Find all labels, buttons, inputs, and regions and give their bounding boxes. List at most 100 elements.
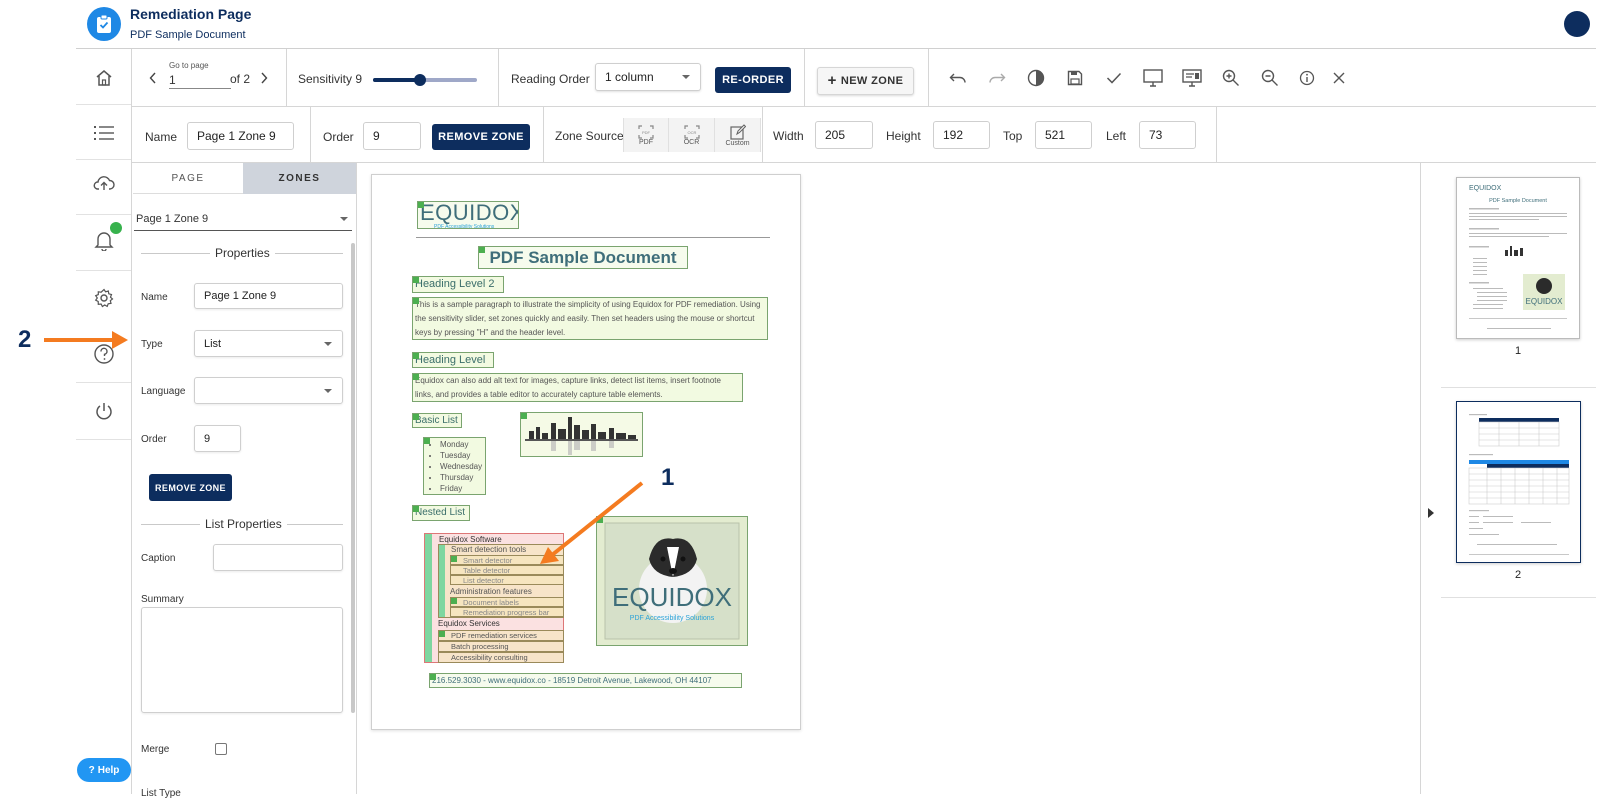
chevron-right-icon[interactable] bbox=[253, 67, 275, 89]
presentation-icon[interactable] bbox=[1181, 67, 1203, 89]
cloud-upload-icon[interactable] bbox=[76, 171, 132, 195]
heading3-zone[interactable]: Heading Level 3 bbox=[412, 352, 494, 368]
page-thumbnail[interactable] bbox=[1456, 401, 1581, 563]
zoom-in-icon[interactable] bbox=[1220, 67, 1242, 89]
avatar[interactable] bbox=[1564, 11, 1590, 37]
save-icon[interactable] bbox=[1064, 67, 1086, 89]
source-ocr-button[interactable]: OCR OCR bbox=[669, 118, 715, 152]
list-item: Tuesday bbox=[440, 450, 485, 461]
zone-name-field[interactable]: Page 1 Zone 9 bbox=[187, 122, 294, 150]
paragraph2-zone[interactable]: Equidox can also add alt text for images… bbox=[412, 373, 743, 402]
panel-remove-zone-button[interactable]: REMOVE ZONE bbox=[149, 474, 232, 501]
footer-zone[interactable]: 216.529.3030 - www.equidox.co - 18519 De… bbox=[429, 673, 742, 688]
list-properties-title: List Properties bbox=[200, 517, 287, 531]
reading-order-select[interactable]: 1 column bbox=[595, 63, 701, 91]
close-icon[interactable] bbox=[1328, 67, 1350, 89]
heading-level-2: Heading Level 2 bbox=[415, 278, 495, 290]
properties-order-label: Order bbox=[141, 434, 167, 445]
help-circle-icon[interactable] bbox=[76, 342, 132, 366]
list-item: Monday bbox=[440, 439, 485, 450]
power-icon[interactable] bbox=[76, 399, 132, 423]
dog-logo-subtitle: PDF Accessibility Solutions bbox=[630, 615, 715, 622]
undo-icon[interactable] bbox=[947, 67, 969, 89]
remove-zone-button[interactable]: REMOVE ZONE bbox=[432, 124, 530, 150]
sensitivity-slider[interactable] bbox=[373, 74, 477, 86]
properties-name-field[interactable]: Page 1 Zone 9 bbox=[194, 283, 343, 309]
zone-order-field[interactable]: 9 bbox=[363, 122, 421, 150]
bell-icon[interactable] bbox=[76, 227, 132, 253]
help-button[interactable]: ? Help bbox=[77, 758, 131, 782]
list-icon[interactable] bbox=[76, 121, 132, 145]
caption-field[interactable] bbox=[213, 544, 343, 571]
nested-list-heading-zone[interactable]: Nested List bbox=[412, 505, 470, 521]
zone-select[interactable]: Page 1 Zone 9 bbox=[134, 207, 352, 231]
logo-zone[interactable]: EQUIDOX PDF Accessibility Solutions bbox=[417, 201, 519, 229]
skyline-image-zone[interactable] bbox=[520, 412, 643, 457]
width-label: Width bbox=[773, 129, 804, 143]
app-title: Remediation Page bbox=[130, 6, 252, 22]
list-item-zone[interactable]: Batch processing bbox=[438, 641, 564, 652]
redo-icon[interactable] bbox=[986, 67, 1008, 89]
contrast-icon[interactable] bbox=[1025, 67, 1047, 89]
list-item: Administration features bbox=[450, 587, 532, 596]
merge-checkbox[interactable] bbox=[215, 743, 227, 755]
chevron-left-icon[interactable] bbox=[142, 67, 164, 89]
list-item-zone[interactable]: Smart detector bbox=[450, 555, 564, 565]
left-field[interactable]: 73 bbox=[1139, 121, 1196, 149]
tab-page[interactable]: PAGE bbox=[133, 163, 243, 194]
type-select[interactable]: List bbox=[194, 330, 343, 357]
source-pdf-button[interactable]: PDF PDF bbox=[623, 118, 669, 152]
source-custom-button[interactable]: Custom bbox=[715, 118, 761, 152]
list-item: PDF remediation services bbox=[451, 631, 537, 640]
list-item-zone[interactable]: Table detector bbox=[450, 565, 564, 575]
home-icon[interactable] bbox=[76, 66, 132, 90]
list-item-zone[interactable]: Accessibility consulting bbox=[438, 652, 564, 663]
gear-icon[interactable] bbox=[76, 286, 132, 310]
list-item: Friday bbox=[440, 483, 485, 494]
info-icon[interactable] bbox=[1296, 67, 1318, 89]
expand-right-icon[interactable] bbox=[1428, 505, 1436, 518]
zone-name-label: Name bbox=[145, 130, 178, 144]
list-item-zone[interactable]: PDF remediation services bbox=[438, 630, 564, 641]
page-number-input[interactable]: 1 bbox=[169, 73, 231, 89]
language-select[interactable] bbox=[194, 377, 343, 404]
top-field[interactable]: 521 bbox=[1035, 121, 1092, 149]
check-icon[interactable] bbox=[1103, 67, 1125, 89]
tab-zones[interactable]: ZONES bbox=[243, 163, 356, 194]
monitor-icon[interactable] bbox=[1142, 67, 1164, 89]
width-field[interactable]: 205 bbox=[815, 121, 873, 149]
list-item: Smart detector bbox=[463, 556, 513, 565]
page-thumbnail[interactable]: EQUIDOX PDF Sample Document EQUIDOX bbox=[1456, 177, 1580, 339]
list-item-zone[interactable]: Document labels bbox=[450, 597, 564, 607]
basic-list-zone[interactable]: MondayTuesdayWednesdayThursdayFriday bbox=[423, 437, 486, 495]
list-item: Thursday bbox=[440, 472, 485, 483]
plus-icon: + bbox=[827, 72, 837, 89]
list-item: Wednesday bbox=[440, 461, 485, 472]
list-item-zone[interactable]: Remediation progress bar bbox=[450, 607, 564, 617]
list-item: List detector bbox=[463, 576, 504, 585]
title-zone[interactable]: PDF Sample Document bbox=[478, 246, 688, 269]
height-label: Height bbox=[886, 129, 921, 143]
chevron-down-icon bbox=[324, 341, 332, 346]
sensitivity-handle[interactable] bbox=[413, 74, 426, 86]
properties-order-field[interactable]: 9 bbox=[194, 425, 241, 452]
heading2-zone[interactable]: Heading Level 2 bbox=[412, 276, 504, 293]
goto-page-label: Go to page bbox=[169, 61, 209, 70]
reorder-button[interactable]: RE-ORDER bbox=[715, 67, 791, 93]
heading-level-3: Heading Level 3 bbox=[415, 354, 486, 366]
properties-title: Properties bbox=[210, 246, 275, 260]
new-zone-button[interactable]: + NEW ZONE bbox=[817, 67, 914, 95]
new-zone-label: NEW ZONE bbox=[840, 75, 904, 87]
basic-list-heading: Basic List bbox=[415, 415, 458, 426]
list-item-zone[interactable]: List detector bbox=[450, 575, 564, 585]
summary-textarea[interactable] bbox=[141, 607, 343, 713]
zone-order-label: Order bbox=[323, 130, 354, 144]
panel-scrollbar[interactable] bbox=[351, 243, 355, 713]
basic-list-heading-zone[interactable]: Basic List bbox=[412, 413, 462, 428]
help-label: Help bbox=[97, 764, 120, 776]
caption-label: Caption bbox=[141, 553, 176, 564]
paragraph-zone[interactable]: This is a sample paragraph to illustrate… bbox=[412, 297, 768, 340]
zoom-out-icon[interactable] bbox=[1259, 67, 1281, 89]
dog-image-zone[interactable]: EQUIDOX PDF Accessibility Solutions bbox=[596, 516, 748, 646]
height-field[interactable]: 192 bbox=[933, 121, 990, 149]
